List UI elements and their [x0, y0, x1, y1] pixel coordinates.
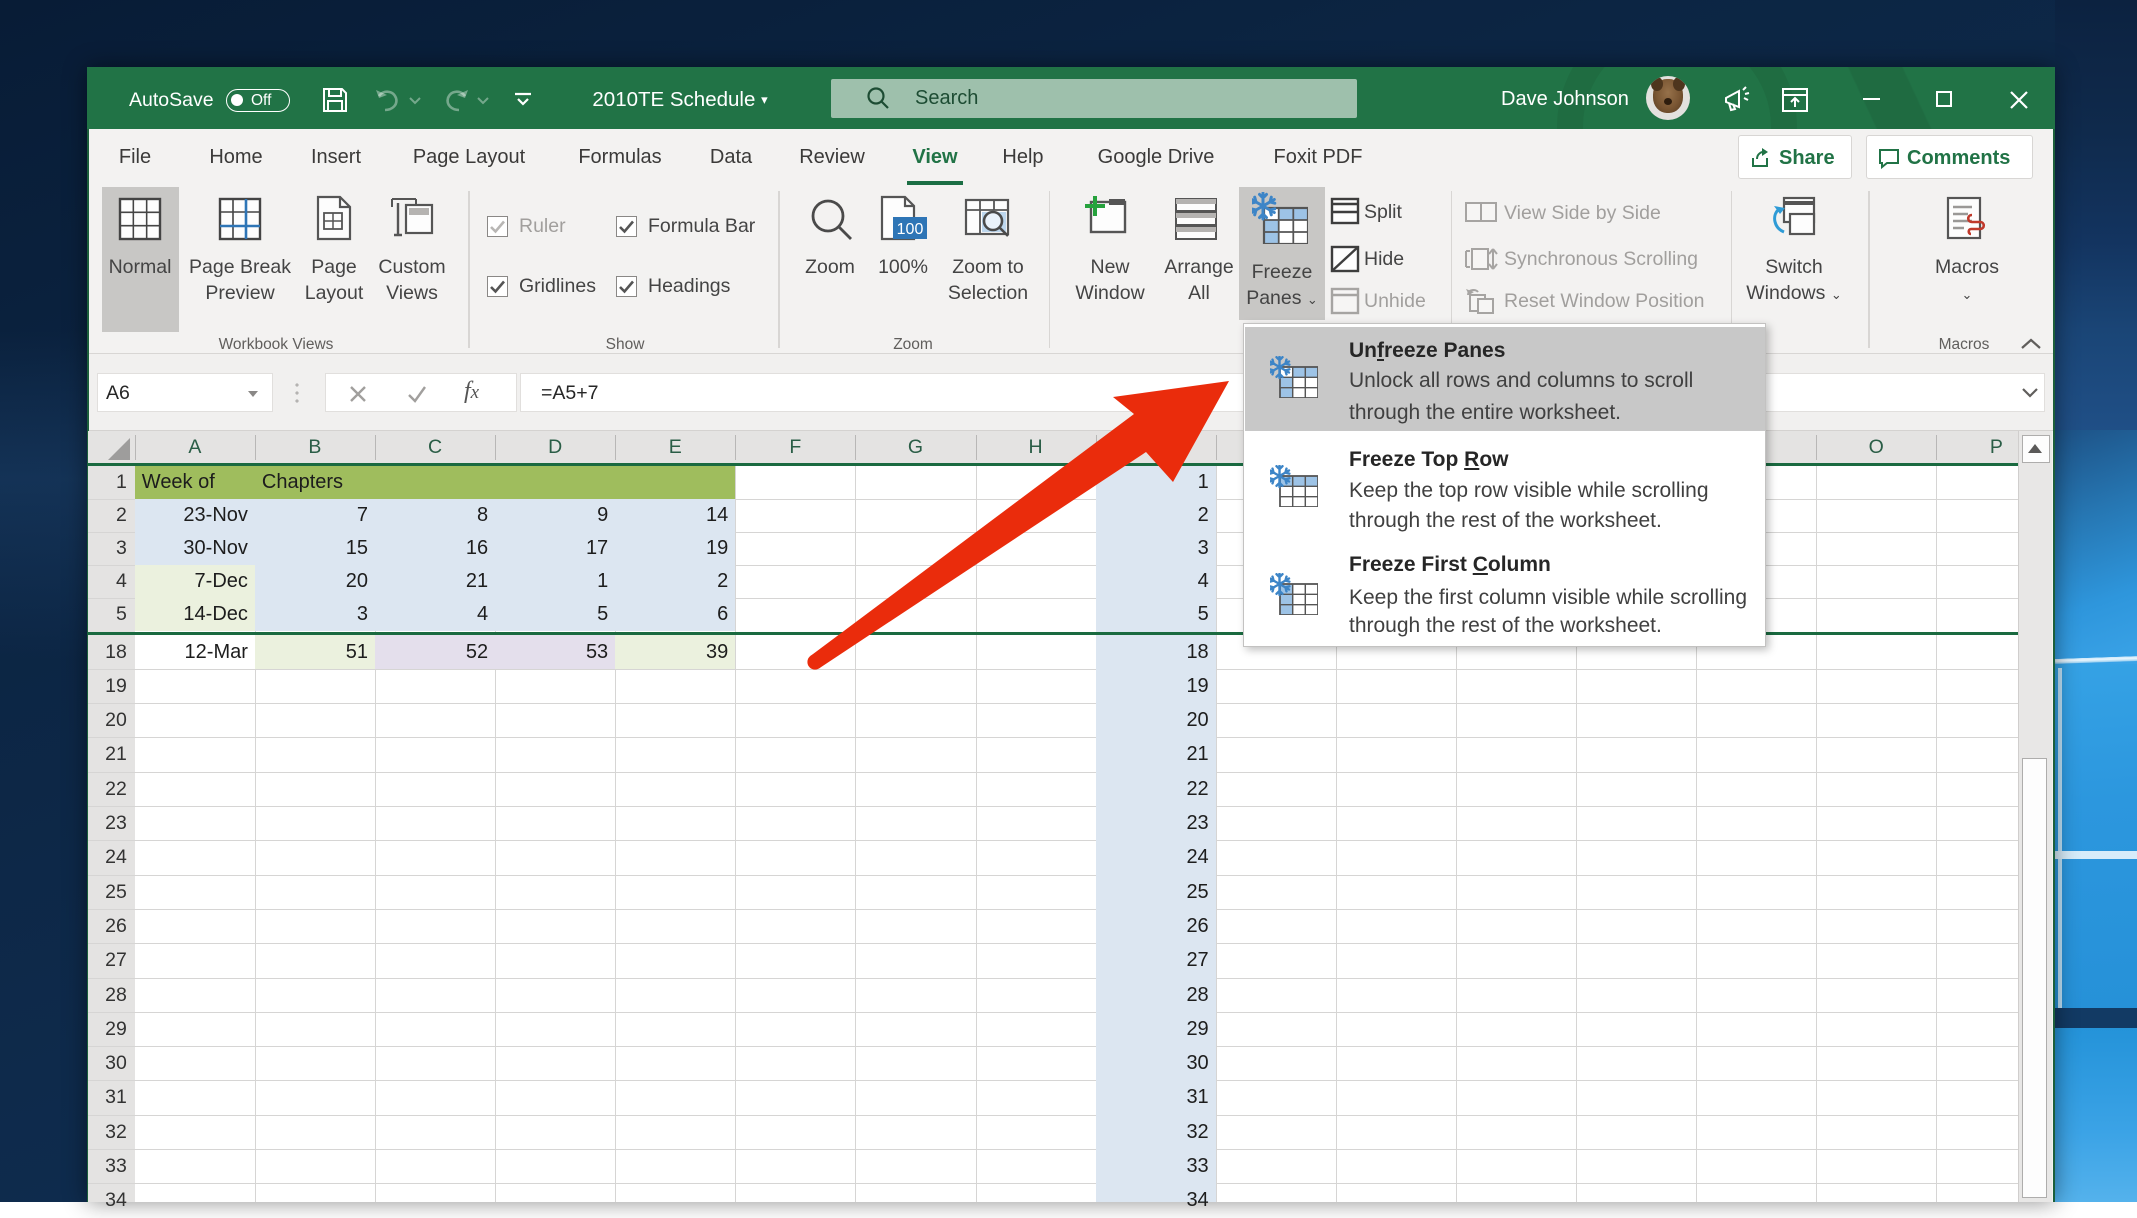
svg-text:100: 100 [897, 221, 924, 238]
